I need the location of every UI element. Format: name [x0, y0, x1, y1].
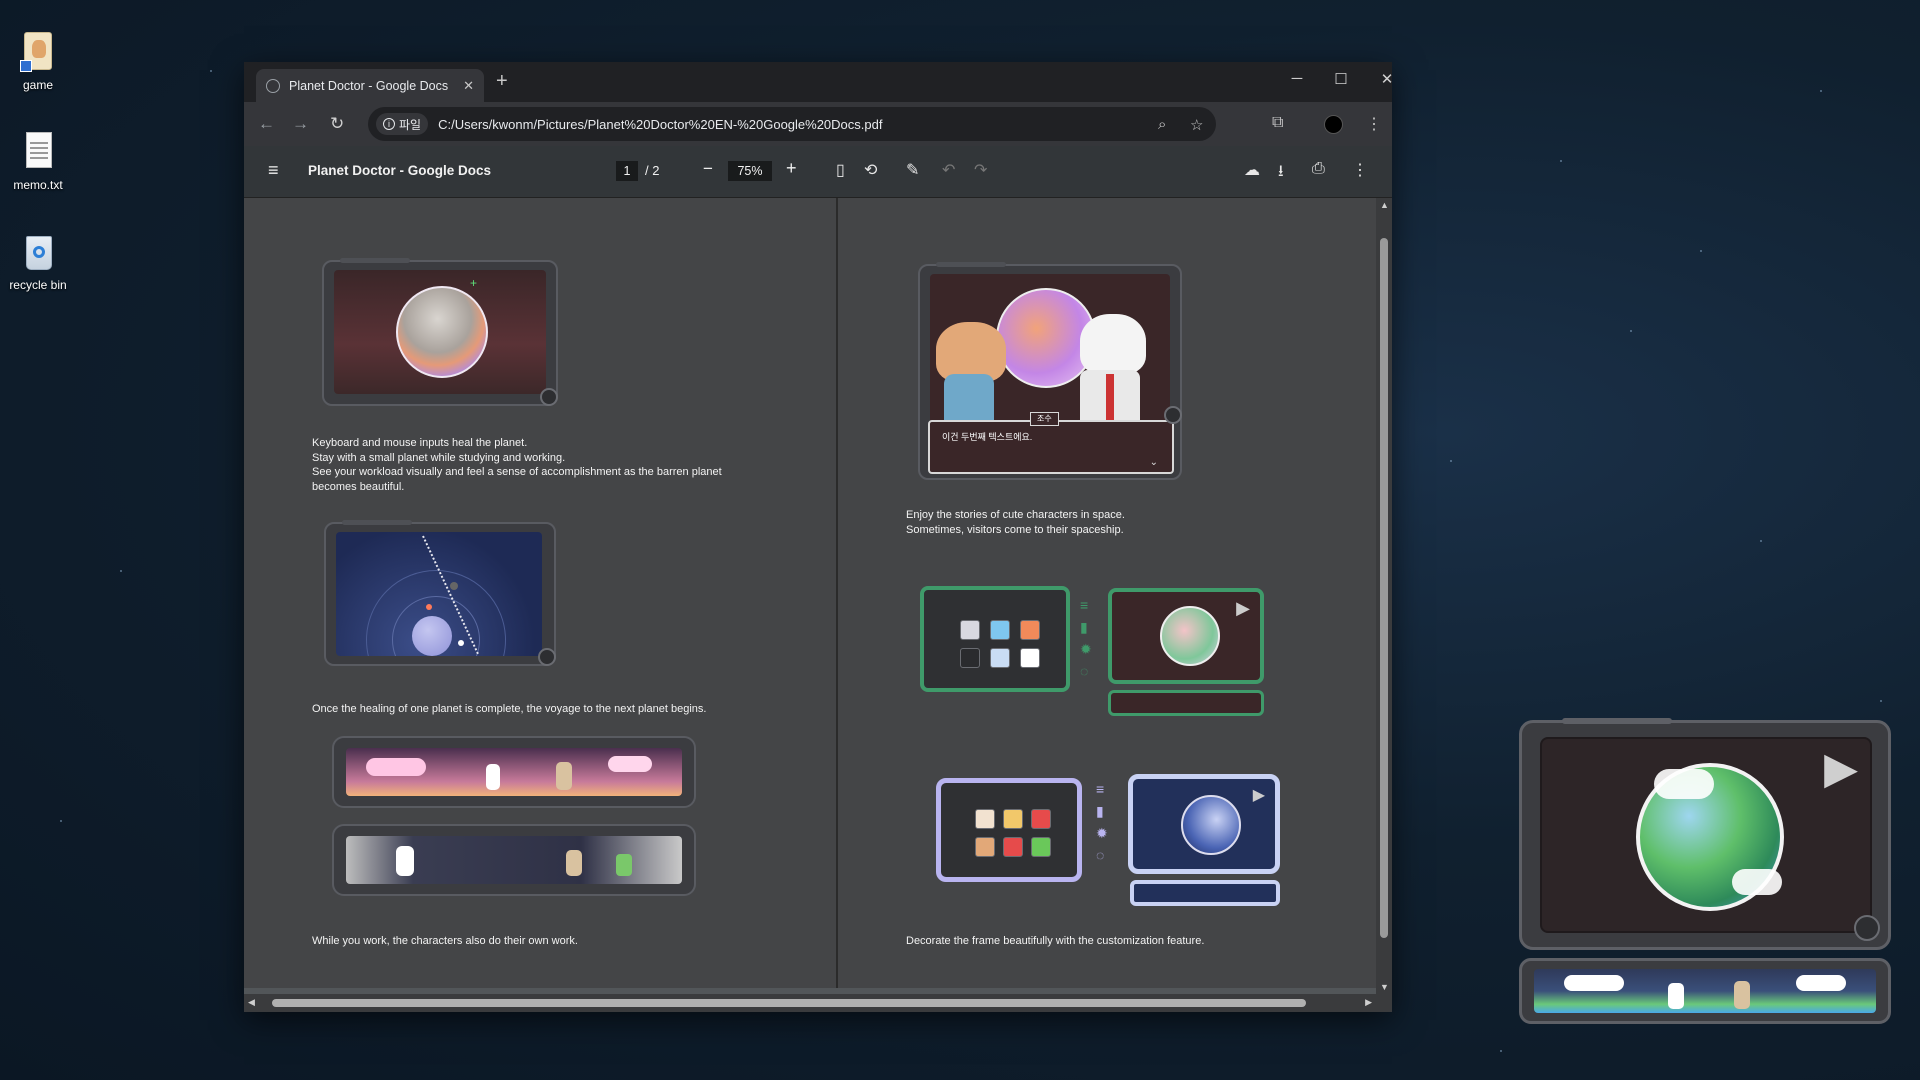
close-window-button[interactable]: ✕	[1367, 70, 1407, 88]
undo-icon[interactable]: ↶	[942, 160, 955, 180]
redo-icon[interactable]: ↷	[974, 160, 987, 180]
desktop-icon-game[interactable]: game	[6, 30, 70, 92]
desktop-icon-recycle-bin[interactable]: recycle bin	[6, 230, 70, 292]
rotate-icon[interactable]: ⟲	[864, 160, 877, 180]
pdf-title: Planet Doctor - Google Docs	[308, 163, 492, 178]
close-tab-icon[interactable]: ✕	[463, 78, 474, 94]
profile-avatar[interactable]	[1324, 115, 1343, 134]
new-tab-button[interactable]: +	[496, 70, 508, 93]
page-number-input[interactable]: 1	[616, 161, 638, 181]
text-line: Stay with a small planet while studying …	[312, 451, 566, 464]
planet-frame-lavender-image: ▶	[1128, 774, 1280, 874]
back-button[interactable]: ←	[258, 114, 275, 134]
text-line: While you work, the characters also do t…	[312, 935, 578, 947]
pdf-page-1: + Keyboard and mouse inputs heal the pla…	[244, 198, 836, 988]
text-line: Keyboard and mouse inputs heal the plane…	[312, 437, 528, 449]
zoom-in-button[interactable]: +	[786, 158, 797, 179]
pdf-viewer[interactable]: + Keyboard and mouse inputs heal the pla…	[244, 198, 1392, 994]
file-chip-label: 파일	[399, 117, 422, 132]
tab-title: Planet Doctor - Google Docs	[289, 78, 449, 93]
desktop-icon-memo[interactable]: memo.txt	[6, 130, 70, 192]
browser-toolbar: ← → ↻ i 파일 C:/Users/kwonm/Pictures/Plane…	[244, 102, 1392, 146]
vertical-scroll-thumb[interactable]	[1380, 238, 1388, 938]
maximize-button[interactable]: ☐	[1321, 70, 1361, 88]
dialog-box: 조수 이건 두번째 텍스트에요. ⌄	[928, 412, 1174, 474]
chevron-down-icon: ⌄	[1149, 457, 1158, 468]
desktop-icon-label: game	[22, 78, 54, 92]
zoom-icon[interactable]: ⌕	[1158, 116, 1166, 133]
recycle-bin-icon	[18, 230, 58, 274]
fit-page-icon[interactable]: ▯	[836, 160, 845, 180]
vertical-scrollbar[interactable]: ▲ ▼	[1376, 198, 1392, 994]
page2-description-2: Decorate the frame beautifully with the …	[906, 934, 1204, 949]
page1-description-3: While you work, the characters also do t…	[312, 934, 578, 949]
horizontal-scroll-thumb[interactable]	[272, 999, 1306, 1007]
play-icon[interactable]: ▶	[1824, 747, 1858, 791]
browser-tab[interactable]: Planet Doctor - Google Docs ✕	[256, 69, 484, 102]
zoom-out-button[interactable]: −	[703, 159, 713, 179]
text-line: Once the healing of one planet is comple…	[312, 703, 707, 715]
dialog-frame-image: 조수 이건 두번째 텍스트에요. ⌄	[918, 262, 1182, 480]
page1-description-1: Keyboard and mouse inputs heal the plane…	[312, 436, 722, 494]
print-icon[interactable]: ⎙	[1312, 160, 1325, 178]
pdf-more-icon[interactable]: ⋮	[1352, 160, 1368, 180]
text-file-icon	[18, 130, 58, 174]
game-shortcut-icon	[18, 30, 58, 74]
desktop-icon-label: memo.txt	[13, 178, 63, 192]
inventory-green-image	[920, 586, 1070, 692]
characters-strip-image-1	[332, 736, 696, 808]
download-icon[interactable]: ⭳	[1278, 160, 1284, 187]
side-menu-icons-green: ≡ ▮ ✹ ◌	[1080, 597, 1092, 679]
page2-description-1: Enjoy the stories of cute characters in …	[906, 508, 1125, 537]
pdf-page-2: 조수 이건 두번째 텍스트에요. ⌄ Enjoy the stories of …	[838, 198, 1392, 988]
dialog-text: 이건 두번째 텍스트에요.	[942, 432, 1033, 442]
browser-window: Planet Doctor - Google Docs ✕ + ─ ☐ ✕ ← …	[244, 62, 1393, 1012]
annotate-pen-icon[interactable]: ✎	[906, 160, 919, 180]
page1-description-2: Once the healing of one planet is comple…	[312, 702, 706, 717]
desktop-icon-label: recycle bin	[9, 278, 67, 292]
text-line: becomes beautiful.	[312, 480, 405, 493]
text-line: Enjoy the stories of cute characters in …	[906, 509, 1125, 521]
address-bar[interactable]: i 파일 C:/Users/kwonm/Pictures/Planet%20Do…	[368, 107, 1216, 141]
horizontal-scrollbar[interactable]: ◀ ▶	[244, 994, 1392, 1012]
globe-icon	[266, 78, 280, 93]
planet-frame-green-image: ▶	[1108, 588, 1264, 684]
reload-button[interactable]: ↻	[330, 114, 344, 134]
widget-screen: ▶	[1540, 737, 1872, 933]
browser-menu-icon[interactable]: ⋮	[1366, 114, 1382, 134]
characters-strip-image-2	[332, 824, 696, 896]
save-to-drive-icon[interactable]: ☁	[1244, 160, 1260, 180]
text-line: Decorate the frame beautifully with the …	[906, 935, 1205, 947]
text-line: See your workload visually and feel a se…	[312, 466, 722, 478]
inventory-lavender-image	[936, 778, 1082, 882]
page-total: / 2	[645, 163, 660, 178]
widget-characters-strip	[1519, 958, 1891, 1024]
minimize-button[interactable]: ─	[1277, 70, 1317, 87]
tab-strip: Planet Doctor - Google Docs ✕ + ─ ☐ ✕	[244, 62, 1393, 102]
extensions-icon[interactable]: ⧉	[1272, 114, 1283, 132]
zoom-level-input[interactable]: 75%	[728, 161, 772, 181]
dialog-name: 조수	[1030, 412, 1059, 426]
planet-frame-image: +	[322, 258, 558, 406]
planet-doctor-widget[interactable]: ▶	[1519, 718, 1891, 950]
bookmark-star-icon[interactable]: ☆	[1190, 116, 1203, 134]
forward-button[interactable]: →	[292, 114, 309, 134]
url-text: C:/Users/kwonm/Pictures/Planet%20Doctor%…	[438, 116, 883, 132]
voyage-frame-image	[324, 520, 556, 666]
info-icon: i	[383, 118, 395, 130]
side-menu-icons-lavender: ≡ ▮ ✹ ◌	[1096, 781, 1108, 863]
pdf-toolbar: ≡ Planet Doctor - Google Docs 1 / 2 − 75…	[244, 146, 1392, 198]
site-info-chip[interactable]: i 파일	[376, 113, 429, 135]
sidebar-menu-icon[interactable]: ≡	[268, 160, 279, 181]
text-line: Sometimes, visitors come to their spaces…	[906, 523, 1124, 536]
